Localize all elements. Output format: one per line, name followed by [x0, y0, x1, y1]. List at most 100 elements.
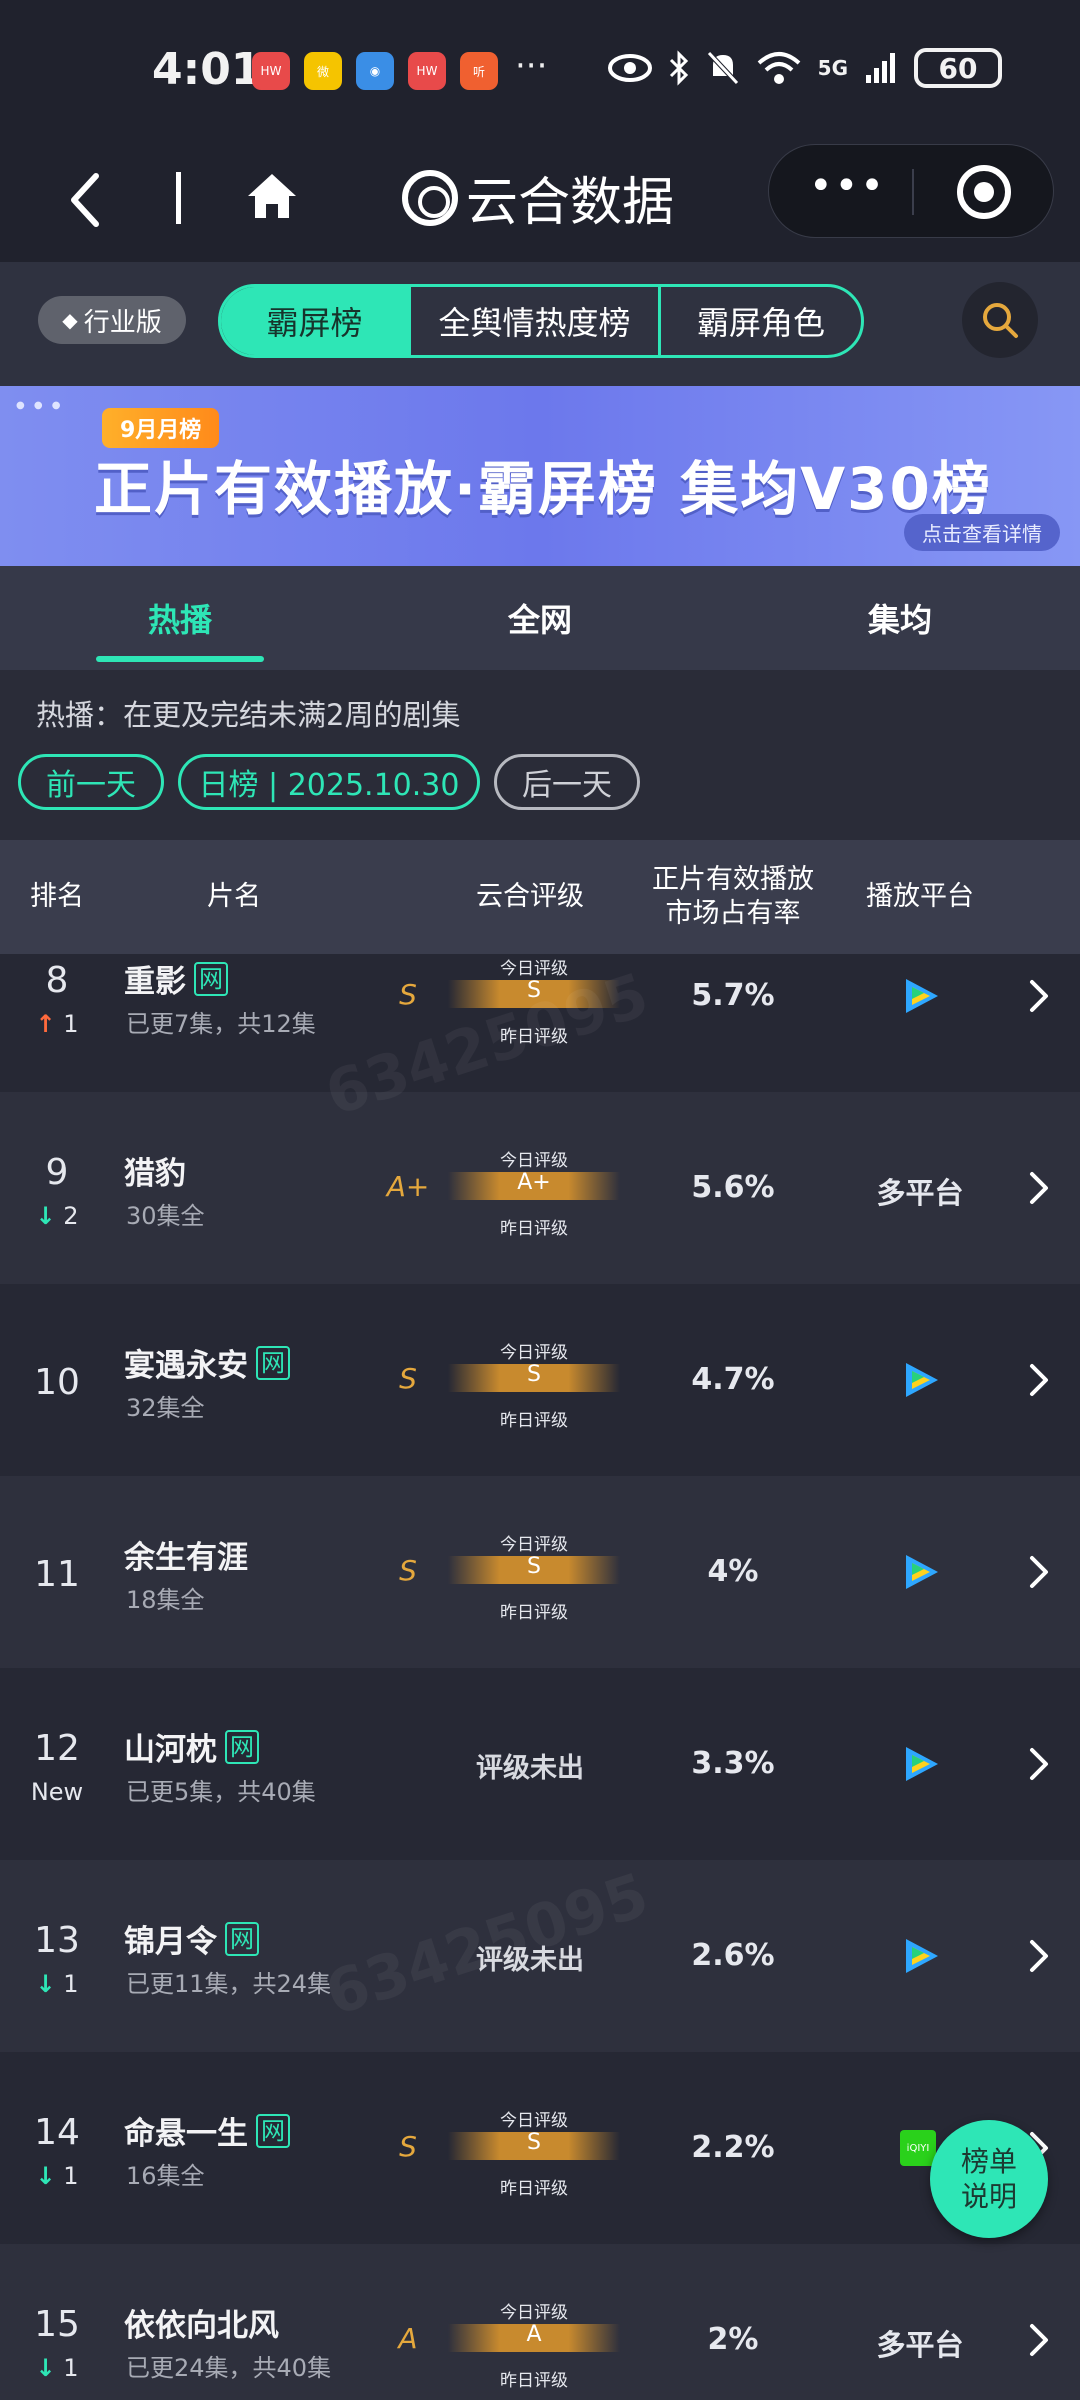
show-title: 猎豹: [124, 1156, 186, 1192]
no-grade-text: 评级未出: [476, 1945, 584, 1976]
list-explanation-button[interactable]: 榜单 说明: [930, 2120, 1048, 2238]
grade-letter: S: [399, 1362, 417, 1395]
table-header: 排名 片名 云合评级 正片有效播放 市场占有率 播放平台: [0, 840, 1080, 954]
grade-bar: S: [448, 2130, 620, 2160]
rank-number: 12: [34, 1728, 80, 1769]
episode-info: 18集全: [126, 1586, 205, 1614]
rank-down-arrow-icon: ↓: [35, 2354, 56, 2382]
banner-detail-link[interactable]: 点击查看详情: [904, 514, 1060, 551]
grade-bar: A: [448, 2322, 620, 2352]
home-icon[interactable]: [244, 168, 300, 224]
table-row[interactable]: 10 宴遇永安网 32集全 S 今日评级 S 昨日评级 4.7%: [0, 1284, 1080, 1476]
episode-info: 16集全: [126, 2162, 205, 2190]
rank-number: 9: [45, 1152, 69, 1193]
grade-bar-value: S: [527, 2130, 541, 2155]
today-grade-label: 今日评级: [500, 959, 568, 979]
chevron-right-icon[interactable]: [1024, 1168, 1054, 1208]
table-row[interactable]: 9 ↓ 2 猎豹 30集全 A+ 今日评级 A+ 昨日评级 5.6% 多平台: [0, 1092, 1080, 1284]
chevron-right-icon[interactable]: [1024, 1360, 1054, 1400]
yesterday-grade-label: 昨日评级: [500, 1603, 568, 1623]
yesterday-grade-label: 昨日评级: [500, 2371, 568, 2391]
rank-down-arrow-icon: ↓: [35, 1970, 56, 1998]
prev-day-button[interactable]: 前一天: [18, 754, 164, 810]
date-picker[interactable]: 日榜 | 2025.10.30: [178, 754, 480, 810]
table-row[interactable]: 11 余生有涯 18集全 S 今日评级 S 昨日评级 4%: [0, 1476, 1080, 1668]
table-row[interactable]: 14 ↓ 1 命悬一生网 16集全 S 今日评级 S 昨日评级 2.2% iQIYI: [0, 2052, 1080, 2244]
header-share: 正片有效播放 市场占有率: [640, 840, 826, 954]
rank-number: 8: [45, 960, 69, 1001]
today-grade-label: 今日评级: [500, 2111, 568, 2131]
next-day-button[interactable]: 后一天: [494, 754, 640, 810]
grade-letter: S: [399, 2130, 417, 2163]
show-title: 宴遇永安: [124, 1348, 248, 1384]
huawei-icon: HW: [252, 52, 290, 90]
market-share: 2%: [707, 2322, 759, 2357]
status-time: 4:01: [152, 44, 262, 95]
ranking-list: 8 ↑ 1 重影网已更7集，共12集 S 今日评级 S 昨日评级 5.7% 9 ↓ 2 猎豹 30集全…: [0, 954, 1080, 2400]
fab-label-line1: 榜单: [960, 2145, 1017, 2178]
yesterday-grade-label: 昨日评级: [500, 1027, 568, 1047]
segment-quanyuqing[interactable]: 全舆情热度榜: [411, 287, 661, 355]
segment-bapingbang[interactable]: 霸屏榜: [221, 287, 411, 355]
search-button[interactable]: [962, 282, 1038, 358]
table-row[interactable]: 13 ↓ 1 锦月令网已更11集，共24集 评级未出 2.6%: [0, 1860, 1080, 2052]
network-drama-badge: 网: [225, 1729, 259, 1764]
table-row[interactable]: 8 ↑ 1 重影网已更7集，共12集 S 今日评级 S 昨日评级 5.7%: [0, 954, 1080, 1092]
grade-bar: S: [448, 1554, 620, 1584]
chevron-right-icon[interactable]: [1024, 1552, 1054, 1592]
yunhe-logo-icon: [402, 169, 458, 226]
capsule-divider: [912, 169, 914, 215]
tab-jijun[interactable]: 集均: [720, 566, 1080, 670]
grade-letter: S: [399, 1554, 417, 1587]
episode-info: 已更11集，共24集: [126, 1970, 332, 1998]
title-separator: [176, 172, 181, 224]
segment-baping-role[interactable]: 霸屏角色: [661, 287, 861, 355]
app-logo: 云合数据: [402, 160, 674, 235]
signal-icon: [866, 53, 895, 83]
today-grade-label: 今日评级: [500, 2303, 568, 2323]
network-drama-badge: 网: [256, 1345, 290, 1380]
more-menu-button[interactable]: •••: [809, 163, 886, 209]
rank-up-arrow-icon: ↑: [35, 1010, 56, 1038]
table-row[interactable]: 12 New 山河枕网已更5集，共40集 评级未出 3.3%: [0, 1668, 1080, 1860]
close-miniapp-button[interactable]: [957, 165, 1011, 219]
edition-badge[interactable]: ◆ 行业版: [38, 296, 186, 344]
table-row[interactable]: 15 ↓ 1 依依向北风 已更24集，共40集 A 今日评级 A 昨日评级 2% 多平台: [0, 2244, 1080, 2400]
tencent-video-icon: [906, 1747, 938, 1781]
rank-change: 1: [63, 2162, 79, 2190]
iqiyi-icon: iQIYI: [900, 2130, 936, 2166]
rank-change: 1: [63, 1010, 79, 1038]
grade-bar-value: A: [526, 2322, 542, 2347]
edition-label: 行业版: [83, 307, 162, 338]
header-title: 片名: [207, 881, 261, 913]
wifi-icon: [757, 52, 800, 84]
rank-new-badge: New: [30, 1778, 84, 1806]
header-platform: 播放平台: [866, 881, 974, 913]
tab-rebo[interactable]: 热播: [0, 566, 360, 670]
more-notifications-icon: ···: [515, 46, 548, 86]
back-icon[interactable]: [66, 170, 106, 230]
rank-number: 14: [34, 2112, 80, 2153]
promo-banner[interactable]: ● ● ● 9月月榜 正片有效播放·霸屏榜 集均V30榜 点击查看详情: [0, 386, 1080, 566]
today-grade-label: 今日评级: [500, 1343, 568, 1363]
header-share-line1: 正片有效播放: [652, 864, 814, 896]
header-share-line2: 市场占有率: [665, 898, 801, 929]
grade-bar-value: S: [527, 1554, 541, 1579]
tencent-video-icon: [906, 1555, 938, 1589]
yesterday-grade-label: 昨日评级: [500, 1411, 568, 1431]
rank-number: 13: [34, 1920, 80, 1961]
chevron-right-icon[interactable]: [1024, 1744, 1054, 1784]
ranking-segmented-control: 霸屏榜 全舆情热度榜 霸屏角色: [218, 284, 864, 358]
rank-number: 10: [34, 1362, 80, 1403]
status-bar: 4:01 HW 微 ◉ HW 听 ··· 5G 60: [0, 0, 1080, 140]
rank-change: 2: [63, 1202, 79, 1230]
chevron-right-icon[interactable]: [1024, 2320, 1054, 2360]
ting-icon: 听: [460, 52, 498, 90]
diamond-icon: ◆: [62, 308, 78, 332]
chevron-right-icon[interactable]: [1024, 1936, 1054, 1976]
title-bar: 云合数据 •••: [0, 140, 1080, 260]
tencent-video-icon: [906, 1363, 938, 1397]
tab-quanwang[interactable]: 全网: [360, 566, 720, 670]
chevron-right-icon[interactable]: [1024, 976, 1054, 1016]
episode-info: 30集全: [126, 1202, 205, 1230]
